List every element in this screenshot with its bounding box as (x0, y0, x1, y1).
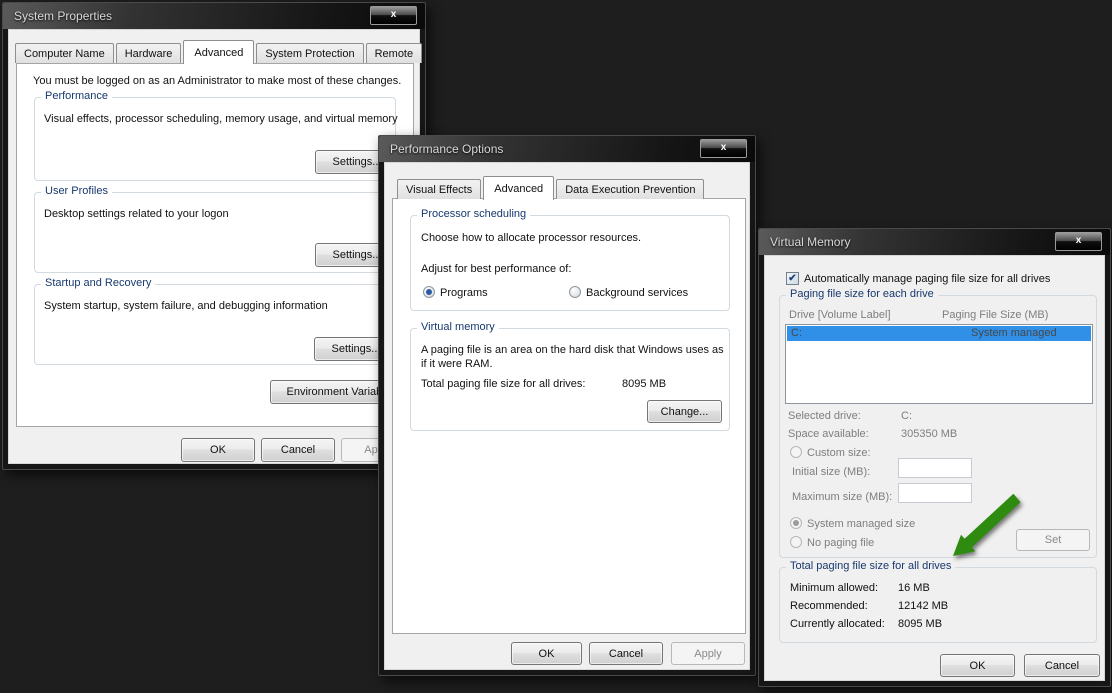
total-paging-label: Total paging file size for all drives: (421, 378, 586, 390)
maximum-size-label: Maximum size (MB): (792, 491, 893, 503)
no-paging-file-radio-label[interactable]: No paging file (807, 537, 874, 549)
auto-manage-checkbox[interactable]: ✔ (786, 272, 799, 285)
cancel-button[interactable]: Cancel (589, 642, 663, 665)
system-properties-content: Computer Name Hardware Advanced System P… (8, 29, 423, 464)
recommended-label: Recommended: (790, 600, 868, 612)
no-paging-file-radio[interactable] (790, 536, 802, 548)
green-arrow-icon (953, 493, 1021, 556)
processor-scheduling-group-label: Processor scheduling (417, 208, 531, 220)
auto-manage-checkbox-label[interactable]: Automatically manage paging file size fo… (804, 273, 1050, 285)
tab-advanced[interactable]: Advanced (183, 40, 255, 64)
initial-size-field[interactable] (898, 458, 972, 478)
advanced-tab-page: You must be logged on as an Administrato… (16, 63, 422, 427)
initial-size-label: Initial size (MB): (792, 466, 871, 478)
ok-button[interactable]: OK (940, 654, 1015, 677)
currently-allocated-value: 8095 MB (898, 618, 943, 630)
window-title: Virtual Memory (770, 235, 851, 249)
processor-scheduling-group: Processor scheduling Choose how to alloc… (410, 208, 730, 311)
programs-radio[interactable] (423, 286, 435, 298)
performance-options-window: Performance Options x Visual Effects Adv… (378, 135, 756, 676)
performance-options-titlebar[interactable]: Performance Options x (379, 136, 755, 162)
totals-group-label: Total paging file size for all drives (786, 560, 956, 572)
paging-size-column-header: Paging File Size (MB) (942, 309, 1049, 321)
system-managed-radio-label[interactable]: System managed size (807, 518, 915, 530)
system-properties-window: System Properties x Computer Name Hardwa… (2, 2, 426, 470)
drive-cell: C: (791, 327, 802, 339)
apply-button[interactable]: Apply (671, 642, 745, 665)
recommended-value: 12142 MB (898, 600, 949, 612)
close-icon[interactable]: x (370, 6, 417, 25)
minimum-allowed-value: 16 MB (898, 582, 930, 594)
custom-size-radio-label[interactable]: Custom size: (807, 447, 871, 459)
advanced-tab-page: Processor scheduling Choose how to alloc… (392, 198, 746, 634)
ok-button[interactable]: OK (511, 642, 582, 665)
change-button[interactable]: Change... (647, 400, 722, 423)
set-button[interactable]: Set (1016, 529, 1090, 551)
paging-size-cell: System managed (971, 327, 1057, 339)
adjust-performance-label: Adjust for best performance of: (421, 263, 572, 275)
space-available-value: 305350 MB (901, 428, 958, 440)
currently-allocated-label: Currently allocated: (790, 618, 885, 630)
admin-note: You must be logged on as an Administrato… (33, 75, 402, 87)
total-paging-value: 8095 MB (622, 378, 667, 390)
startup-recovery-desc: System startup, system failure, and debu… (44, 300, 328, 312)
programs-radio-label[interactable]: Programs (440, 287, 488, 299)
ok-button[interactable]: OK (181, 438, 255, 462)
tab-computer-name[interactable]: Computer Name (15, 43, 114, 63)
virtual-memory-titlebar[interactable]: Virtual Memory x (759, 229, 1110, 255)
tab-data-execution-prevention[interactable]: Data Execution Prevention (556, 179, 705, 199)
paging-file-desc-line2: if it were RAM. (421, 358, 493, 370)
user-profiles-desc: Desktop settings related to your logon (44, 208, 229, 220)
virtual-memory-window: Virtual Memory x ✔ Automatically manage … (758, 228, 1111, 687)
tab-visual-effects[interactable]: Visual Effects (397, 179, 482, 199)
startup-recovery-group: Startup and Recovery System startup, sys… (34, 277, 398, 365)
performance-desc: Visual effects, processor scheduling, me… (44, 113, 398, 125)
virtual-memory-group: Virtual memory A paging file is an area … (410, 321, 730, 431)
paging-file-group: Paging file size for each drive Drive [V… (779, 288, 1097, 558)
close-icon[interactable]: x (1055, 232, 1102, 251)
paging-file-group-label: Paging file size for each drive (786, 288, 938, 300)
totals-group: Total paging file size for all drives Mi… (779, 560, 1097, 643)
user-profiles-group-label: User Profiles (41, 185, 112, 197)
performance-options-content: Visual Effects Advanced Data Execution P… (384, 162, 750, 670)
minimum-allowed-label: Minimum allowed: (790, 582, 879, 594)
drive-list-selected-row[interactable]: C: System managed (787, 326, 1091, 341)
background-services-radio-label[interactable]: Background services (586, 287, 688, 299)
window-title: System Properties (14, 9, 113, 23)
cancel-button[interactable]: Cancel (261, 438, 335, 462)
selected-drive-value: C: (901, 410, 912, 422)
selected-drive-label: Selected drive: (788, 410, 861, 422)
system-properties-tabstrip: Computer Name Hardware Advanced System P… (15, 40, 424, 64)
user-profiles-group: User Profiles Desktop settings related t… (34, 185, 399, 273)
processor-scheduling-desc: Choose how to allocate processor resourc… (421, 232, 642, 244)
performance-options-tabstrip: Visual Effects Advanced Data Execution P… (397, 176, 706, 200)
custom-size-radio[interactable] (790, 446, 802, 458)
performance-group: Performance Visual effects, processor sc… (34, 90, 399, 181)
close-icon[interactable]: x (700, 139, 747, 158)
drive-list[interactable]: C: System managed (785, 324, 1093, 404)
startup-recovery-group-label: Startup and Recovery (41, 277, 156, 289)
tab-advanced[interactable]: Advanced (483, 176, 555, 200)
drive-column-header: Drive [Volume Label] (789, 309, 891, 321)
tab-hardware[interactable]: Hardware (115, 43, 182, 63)
paging-file-desc-line1: A paging file is an area on the hard dis… (421, 344, 724, 356)
window-title: Performance Options (390, 142, 504, 156)
background-services-radio[interactable] (569, 286, 581, 298)
cancel-button[interactable]: Cancel (1024, 654, 1100, 677)
tab-system-protection[interactable]: System Protection (256, 43, 364, 63)
space-available-label: Space available: (788, 428, 869, 440)
virtual-memory-group-label: Virtual memory (417, 321, 499, 333)
virtual-memory-content: ✔ Automatically manage paging file size … (764, 255, 1105, 681)
performance-group-label: Performance (41, 90, 112, 102)
system-properties-titlebar[interactable]: System Properties x (3, 3, 425, 29)
system-managed-radio[interactable] (790, 517, 802, 529)
tab-remote[interactable]: Remote (365, 43, 423, 63)
